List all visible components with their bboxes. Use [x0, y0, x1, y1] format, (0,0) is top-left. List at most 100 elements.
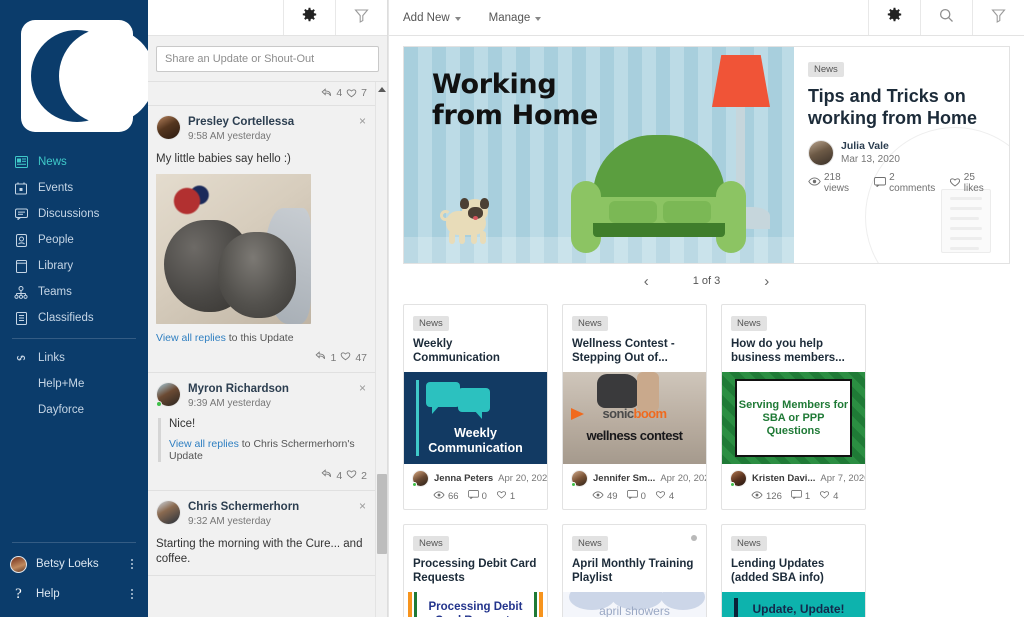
views-count: 126 — [766, 490, 782, 502]
eye-icon — [808, 177, 821, 189]
sidebar-item-teams[interactable]: Teams — [0, 279, 148, 305]
sidebar-item-events[interactable]: Events — [0, 175, 148, 201]
card-date: Apr 20, 2020 — [498, 473, 548, 484]
main-content: Add New Manage Working from Home News Ti… — [388, 0, 1024, 617]
feed-like-count: 7 — [361, 87, 367, 99]
featured-article-card[interactable]: Working from Home News Tips and Tricks o… — [403, 46, 1010, 264]
card-date: Apr 7, 2020 — [820, 473, 866, 484]
user-menu-kebab-icon[interactable] — [130, 557, 134, 571]
sidebar-sublink-dayforce[interactable]: Dayforce — [0, 397, 148, 423]
views-count: 66 — [448, 490, 459, 502]
link-icon — [10, 350, 32, 366]
sidebar-user-betsy-loeks[interactable]: Betsy Loeks — [0, 549, 148, 579]
sidebar-item-news[interactable]: News — [0, 149, 148, 175]
scrollbar-thumb[interactable] — [377, 474, 387, 554]
view-all-replies-link[interactable]: View all replies to this Update — [156, 332, 367, 344]
chat-icon — [10, 206, 32, 222]
hero-illustration: Working from Home — [404, 47, 794, 263]
card-title: Lending Updates (added SBA info) — [731, 558, 825, 584]
post-header: Presley Cortellessa 9:58 AM yesterday — [156, 115, 367, 144]
view-all-replies-label: View all replies — [156, 332, 226, 344]
article-card[interactable]: News April Monthly Training Playlist apr… — [562, 524, 707, 617]
sidebar-item-library[interactable]: Library — [0, 253, 148, 279]
views-stat: 49 — [592, 491, 618, 502]
add-new-label: Add New — [403, 11, 450, 24]
help-menu-kebab-icon[interactable] — [130, 587, 134, 601]
close-icon[interactable]: × — [359, 115, 366, 127]
page-settings-button[interactable] — [868, 0, 920, 35]
close-icon[interactable]: × — [359, 382, 366, 394]
feed-list: 4 7 × Presley Cortellessa 9:58 AM yester… — [148, 82, 387, 576]
sidebar-item-links[interactable]: Links — [0, 345, 148, 371]
sidebar-sublink-helpme[interactable]: Help+Me — [0, 371, 148, 397]
main-filter-button[interactable] — [972, 0, 1024, 35]
news-icon — [10, 154, 32, 170]
card-footer: Kristen Davi... Apr 7, 2020 126 1 4 — [722, 464, 865, 509]
status-badge: News — [731, 316, 767, 331]
feed-scrollbar[interactable] — [375, 82, 387, 617]
avatar — [412, 470, 429, 487]
feed-post[interactable]: × Myron Richardson 9:39 AM yesterday Nic… — [148, 373, 375, 491]
main-toolbar: Add New Manage — [389, 0, 1024, 36]
view-all-replies-link[interactable]: View all replies to Chris Schermerhorn's… — [169, 438, 367, 462]
manage-menu[interactable]: Manage — [475, 0, 556, 35]
post-header: Chris Schermerhorn 9:32 AM yesterday — [156, 500, 367, 529]
sidebar-item-label: Links — [38, 352, 65, 364]
post-image-cats[interactable] — [156, 174, 311, 324]
avatar — [156, 115, 181, 140]
feed-filter-button[interactable] — [335, 0, 387, 35]
funnel-icon — [990, 7, 1007, 29]
heart-icon — [949, 177, 961, 190]
card-title: Weekly Communication — [413, 338, 500, 364]
manage-label: Manage — [488, 11, 531, 24]
heart-icon — [655, 490, 666, 502]
close-icon[interactable]: × — [359, 500, 366, 512]
card-date: Apr 20, 2020 — [660, 473, 706, 484]
article-card[interactable]: News How do you help business members...… — [721, 304, 866, 510]
sidebar-divider-bottom — [12, 542, 136, 543]
feed-post[interactable]: × Presley Cortellessa 9:58 AM yesterday … — [148, 106, 375, 373]
heart-icon — [340, 351, 351, 364]
sidebar-item-discussions[interactable]: Discussions — [0, 201, 148, 227]
post-header: Myron Richardson 9:39 AM yesterday — [156, 382, 367, 411]
card-footer: Jennifer Sm... Apr 20, 2020 49 0 4 — [563, 464, 706, 509]
share-update-input[interactable] — [156, 46, 379, 72]
status-badge: News — [572, 316, 608, 331]
feed-toolbar-spacer — [148, 0, 283, 35]
card-header: News April Monthly Training Playlist — [563, 525, 706, 592]
article-card[interactable]: News Weekly Communication Weekly Communic… — [403, 304, 548, 510]
card-thumbnail: Processing Debit Card Requests — [404, 592, 547, 617]
post-body: Starting the morning with the Cure... an… — [156, 538, 363, 565]
hero-headline[interactable]: Tips and Tricks on working from Home — [808, 85, 995, 129]
sidebar-item-help[interactable]: ? Help — [0, 579, 148, 609]
card-header: News Lending Updates (added SBA info) — [722, 525, 865, 592]
search-button[interactable] — [920, 0, 972, 35]
sidebar-item-classifieds[interactable]: Classifieds — [0, 305, 148, 331]
card-author: Kristen Davi... — [752, 473, 816, 484]
chevron-left-icon[interactable]: ‹ — [644, 274, 649, 289]
card-header: News Weekly Communication — [404, 305, 547, 372]
sidebar-item-people[interactable]: People — [0, 227, 148, 253]
heart-icon — [819, 490, 830, 502]
unread-indicator-icon — [691, 535, 697, 541]
chevron-right-icon[interactable]: › — [764, 274, 769, 289]
feed-settings-button[interactable] — [283, 0, 335, 35]
scroll-up-arrow-icon[interactable] — [378, 84, 386, 92]
add-new-menu[interactable]: Add New — [389, 0, 475, 35]
article-card[interactable]: News Wellness Contest - Stepping Out of.… — [562, 304, 707, 510]
article-card[interactable]: News Processing Debit Card Requests Proc… — [403, 524, 548, 617]
gear-icon — [301, 7, 318, 29]
feed-post[interactable]: × Chris Schermerhorn 9:32 AM yesterday S… — [148, 491, 375, 576]
funnel-icon — [353, 7, 370, 29]
company-logo[interactable] — [0, 0, 148, 145]
article-card[interactable]: News Lending Updates (added SBA info) Up… — [721, 524, 866, 617]
heart-icon — [346, 88, 357, 98]
hero-date: Mar 13, 2020 — [841, 154, 900, 165]
status-badge: News — [413, 536, 449, 551]
post-timestamp: 9:32 AM yesterday — [188, 516, 271, 527]
main-toolbar-spacer — [555, 0, 868, 35]
hero-section: Working from Home News Tips and Tricks o… — [389, 46, 1024, 264]
quoted-block: Nice! View all replies to Chris Schermer… — [158, 418, 367, 462]
heart-icon — [496, 490, 507, 502]
sofa-icon — [571, 135, 746, 255]
